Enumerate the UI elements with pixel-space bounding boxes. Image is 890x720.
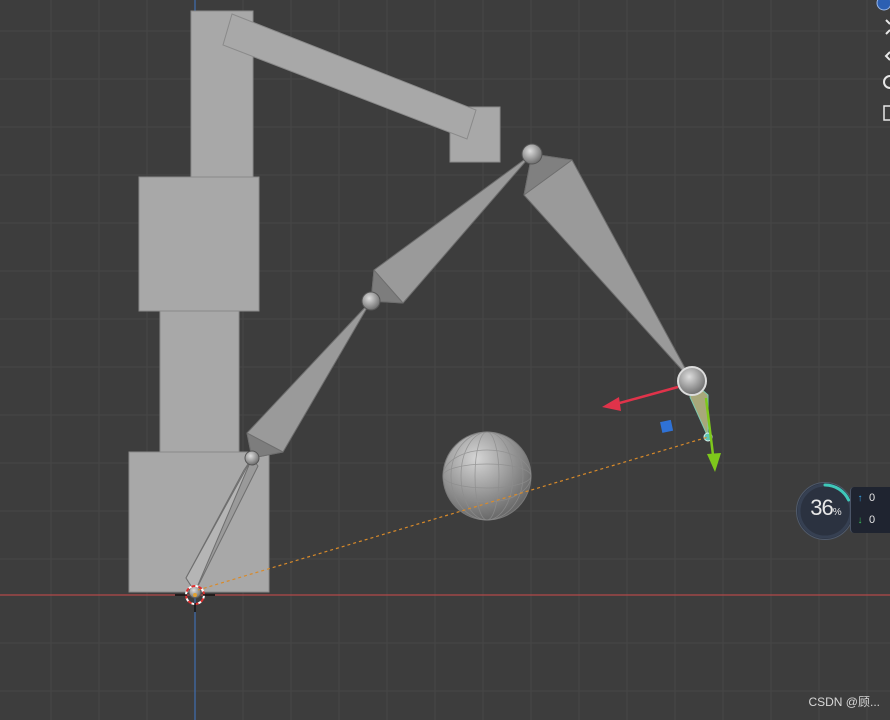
upload-arrow-icon: ↑ (857, 492, 863, 504)
joint-3[interactable] (521, 143, 543, 165)
mesh-tower-upper-block[interactable] (138, 176, 260, 312)
bone-4[interactable] (523, 153, 693, 382)
joint-1[interactable] (244, 450, 260, 466)
mesh-beam[interactable] (222, 13, 477, 140)
toolbar-grid-icon[interactable] (883, 105, 890, 121)
download-value: 0 (869, 514, 876, 526)
sphere-mesh[interactable] (442, 431, 532, 521)
toolbar-zoom-icon[interactable] (884, 51, 890, 61)
percent-readout: 36% (797, 495, 855, 521)
gizmo-plane-handle-icon[interactable] (660, 419, 674, 433)
3d-viewport[interactable] (0, 0, 890, 720)
joint-2[interactable] (361, 291, 381, 311)
bone-2[interactable] (246, 300, 372, 459)
upload-row: ↑ 0 (851, 487, 890, 509)
gizmo-x-arrow-icon[interactable] (602, 385, 679, 411)
performance-ring-widget[interactable]: 36% (796, 482, 854, 540)
download-row: ↓ 0 (851, 509, 890, 531)
percent-value: 36 (810, 495, 834, 520)
joint-4-selected[interactable] (677, 366, 707, 396)
toolbar-cursor-icon[interactable] (885, 19, 890, 35)
robot-mesh[interactable] (128, 10, 501, 593)
network-speed-panel[interactable]: ↑ 0 ↓ 0 (850, 487, 890, 533)
download-arrow-icon: ↓ (857, 514, 863, 526)
percent-unit: % (832, 507, 842, 518)
viewport-side-toolbar[interactable] (876, 0, 890, 125)
watermark-text: CSDN @顾... (808, 695, 880, 709)
bone-3[interactable] (370, 153, 533, 304)
toolbar-hand-icon[interactable] (883, 75, 890, 89)
mesh-tower-middle[interactable] (159, 310, 240, 453)
toolbar-circle-icon[interactable] (876, 0, 890, 11)
upload-value: 0 (869, 492, 876, 504)
